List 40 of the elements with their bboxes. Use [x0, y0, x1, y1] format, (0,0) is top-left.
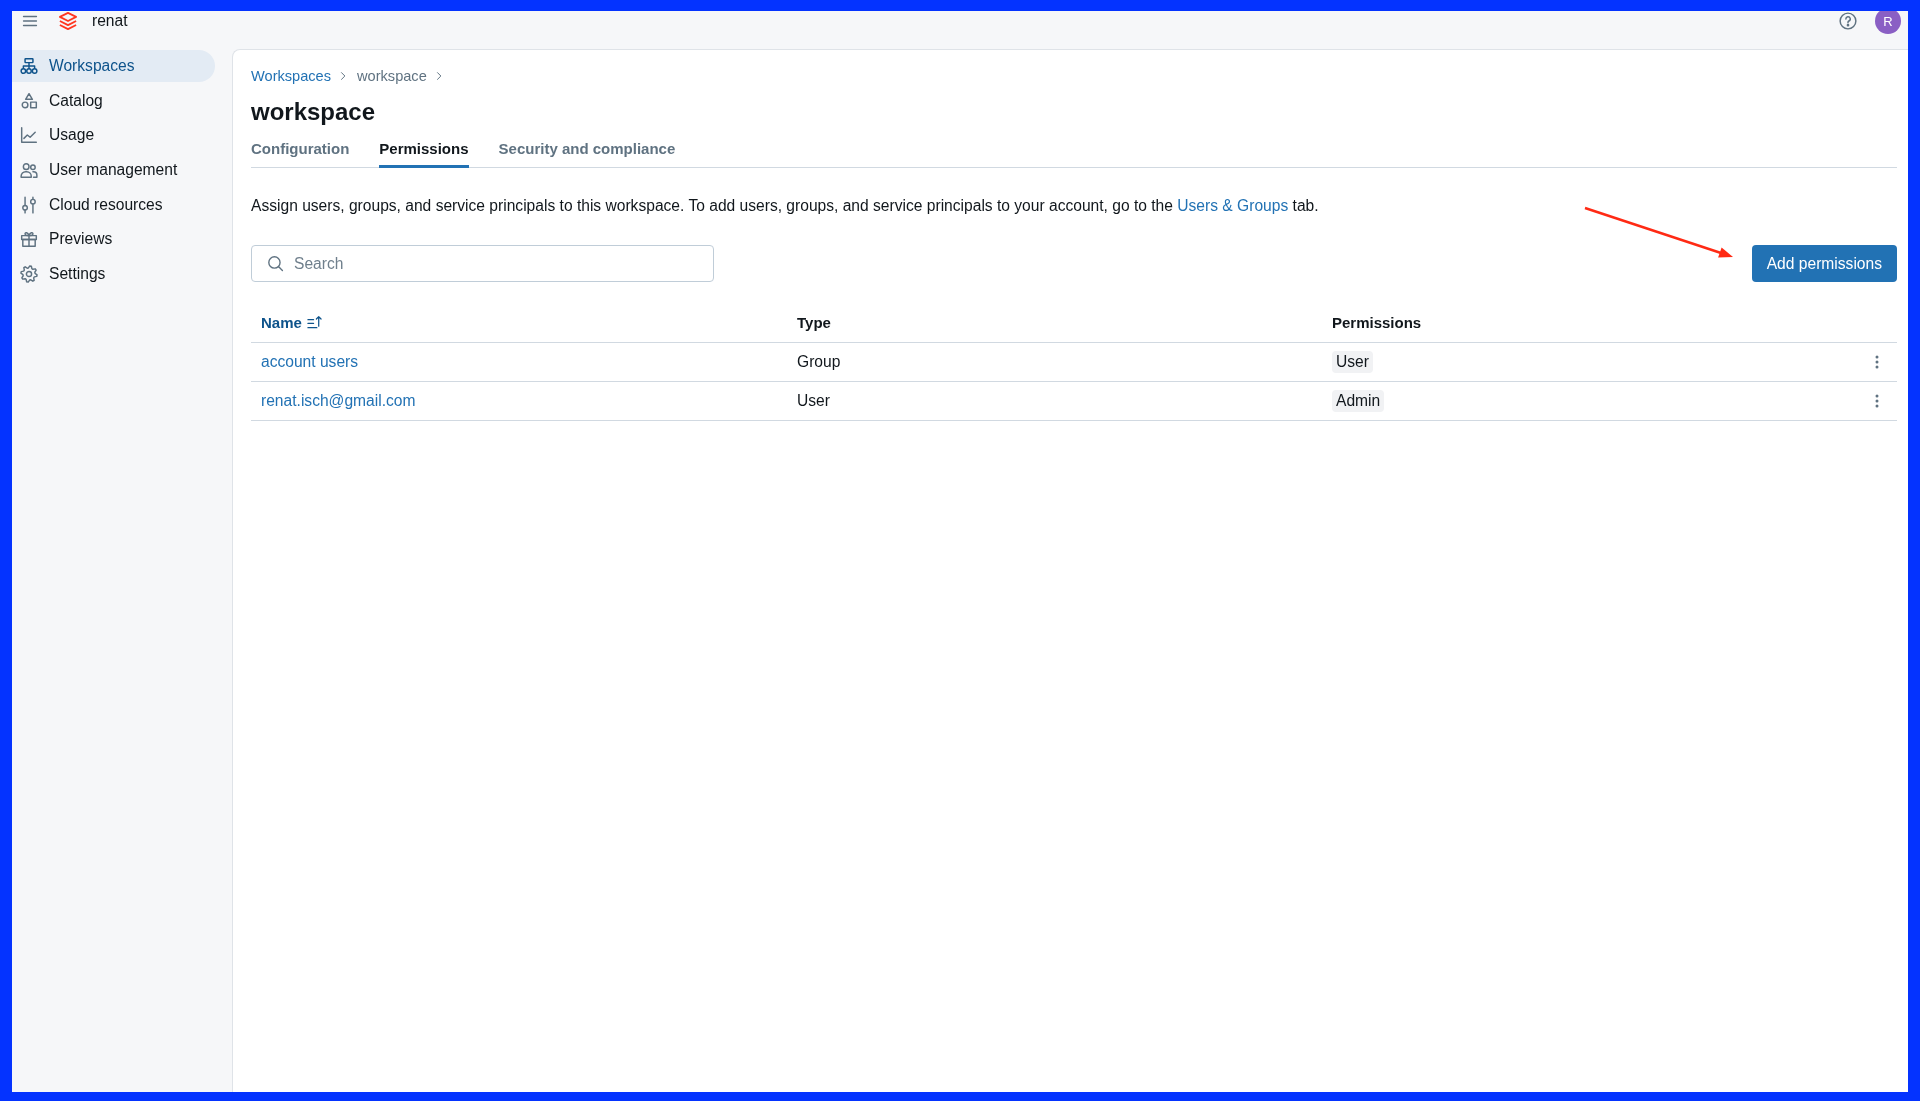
table-cell: User: [797, 392, 830, 410]
permission-tag: User: [1332, 351, 1373, 373]
breadcrumb-current: workspace: [357, 68, 427, 84]
sidebar-item[interactable]: User management: [12, 154, 215, 187]
search-field[interactable]: Search: [251, 245, 714, 282]
sliders-icon: [20, 195, 38, 214]
account-name: renat: [92, 12, 128, 30]
description-text: Assign users, groups, and service principals to this workspace. To add users, groups, and service principals to your account, go to the Users & Groups tab.: [251, 196, 1320, 216]
sort-ascending-icon: [306, 314, 322, 330]
table-cell: Group: [797, 353, 841, 371]
column-header[interactable]: Type: [797, 313, 831, 331]
users-icon: [20, 161, 38, 180]
column-header[interactable]: Permissions: [1332, 313, 1422, 331]
column-header[interactable]: Name: [261, 313, 322, 331]
member-link[interactable]: account users: [261, 353, 359, 371]
line-chart-icon: [20, 126, 38, 145]
member-link[interactable]: renat.isch@gmail.com: [261, 392, 416, 410]
gift-icon: [20, 230, 38, 249]
sidebar-item[interactable]: Workspaces: [12, 50, 215, 82]
search-icon: [267, 255, 284, 272]
sidebar-item[interactable]: Usage: [12, 119, 215, 152]
sidebar-item[interactable]: Settings: [12, 258, 215, 291]
permission-tag: Admin: [1332, 390, 1385, 412]
user-avatar[interactable]: R: [1875, 11, 1901, 34]
settings-icon: [20, 265, 38, 284]
shapes-icon: [20, 91, 38, 110]
layers-logo-icon: [58, 11, 78, 31]
sidebar-item[interactable]: Previews: [12, 223, 215, 256]
tab[interactable]: Security and compliance: [498, 133, 676, 168]
menu-icon[interactable]: [22, 13, 38, 29]
sidebar-item[interactable]: Cloud resources: [12, 188, 215, 221]
tab[interactable]: Configuration: [251, 133, 350, 168]
breadcrumb-link[interactable]: Workspaces: [251, 68, 332, 84]
sidebar-item[interactable]: Catalog: [12, 84, 215, 117]
tab[interactable]: Permissions: [379, 133, 469, 168]
help-icon[interactable]: [1839, 12, 1857, 30]
hierarchy-icon: [20, 57, 38, 75]
users-groups-link[interactable]: Users & Groups: [1177, 197, 1289, 214]
add-permissions-button[interactable]: Add permissions: [1751, 245, 1897, 282]
page-title: workspace: [251, 97, 377, 127]
